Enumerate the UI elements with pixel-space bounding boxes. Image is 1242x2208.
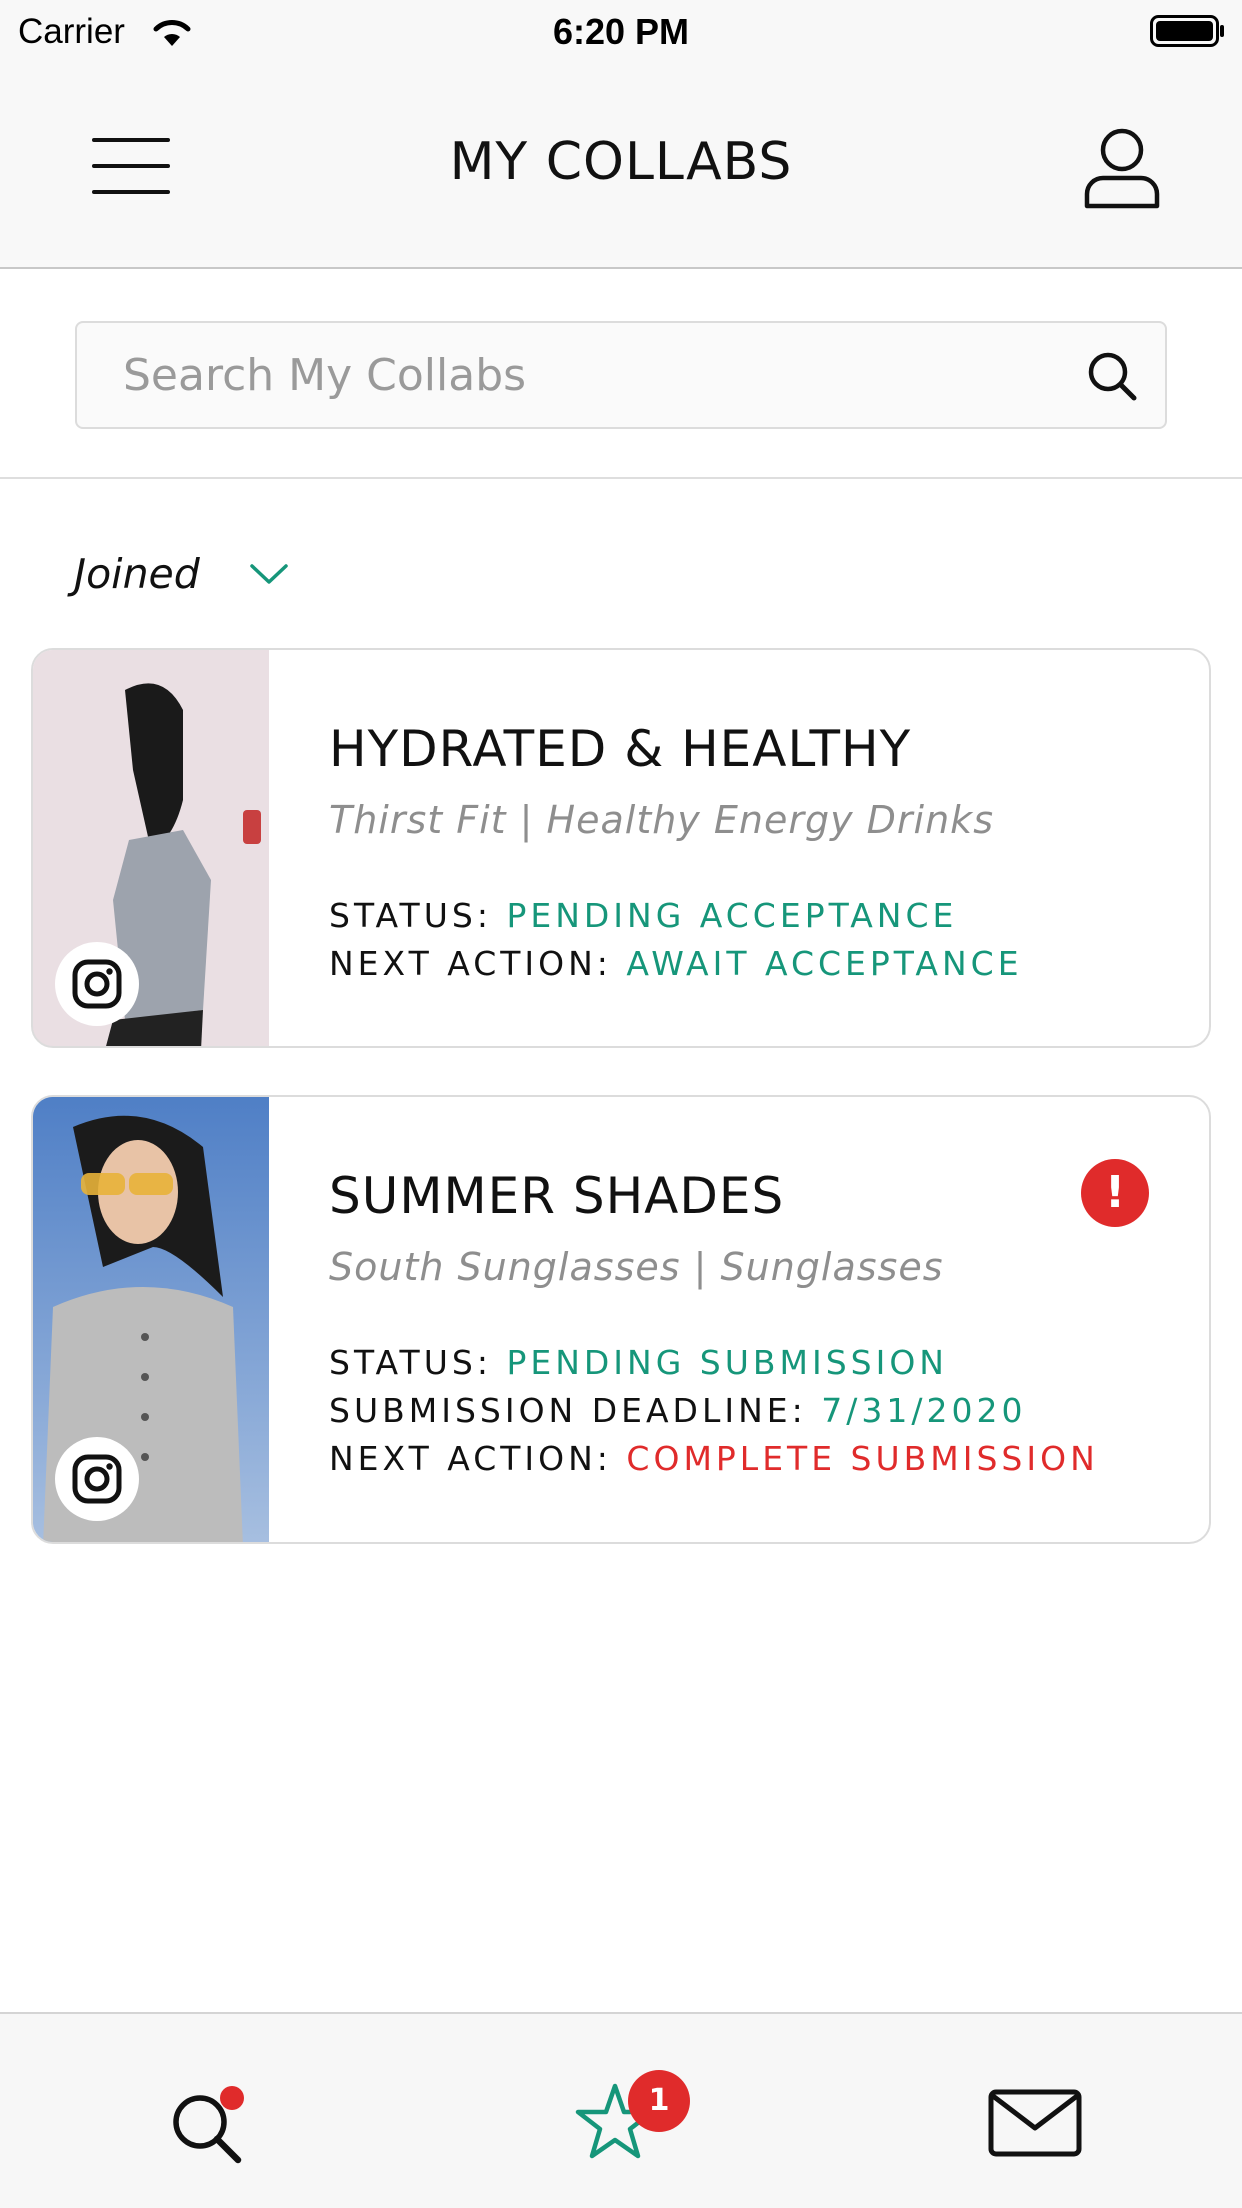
- search-section: [0, 269, 1242, 479]
- status-value: PENDING ACCEPTANCE: [506, 896, 958, 935]
- battery-icon: [1150, 15, 1224, 47]
- collab-image: [33, 1097, 269, 1542]
- page-title: MY COLLABS: [449, 132, 793, 192]
- search-icon: [173, 2095, 242, 2164]
- status-bar: Carrier 6:20 PM: [0, 0, 1242, 64]
- search-box: [75, 321, 1167, 429]
- deadline-value: 7/31/2020: [821, 1391, 1027, 1430]
- collab-title: HYDRATED & HEALTHY: [329, 720, 912, 778]
- collab-card[interactable]: HYDRATED & HEALTHY Thirst Fit | Healthy …: [31, 648, 1211, 1048]
- tab-search[interactable]: [152, 2064, 262, 2174]
- collab-title: SUMMER SHADES: [329, 1167, 785, 1225]
- next-action-value: COMPLETE SUBMISSION: [626, 1439, 1099, 1478]
- deadline-label: SUBMISSION DEADLINE:: [329, 1391, 807, 1430]
- next-action-label: NEXT ACTION:: [329, 944, 612, 983]
- user-profile-icon[interactable]: [1082, 126, 1162, 210]
- search-input[interactable]: [123, 345, 1043, 405]
- tab-my-collabs[interactable]: 1: [560, 2064, 690, 2174]
- collab-card[interactable]: SUMMER SHADES South Sunglasses | Sunglas…: [31, 1095, 1211, 1544]
- next-action-value: AWAIT ACCEPTANCE: [626, 944, 1023, 983]
- chevron-down-icon: [250, 564, 288, 584]
- instagram-icon: [55, 1437, 139, 1521]
- tab-messages[interactable]: [980, 2064, 1090, 2174]
- instagram-icon: [55, 942, 139, 1026]
- search-icon[interactable]: [1085, 349, 1139, 403]
- next-action-row: NEXT ACTION: COMPLETE SUBMISSION: [329, 1439, 1099, 1478]
- next-action-row: NEXT ACTION: AWAIT ACCEPTANCE: [329, 944, 1023, 983]
- collab-image: [33, 650, 269, 1046]
- collab-brand: South Sunglasses | Sunglasses: [329, 1245, 944, 1289]
- status-row: STATUS: PENDING ACCEPTANCE: [329, 896, 957, 935]
- filter-selected-label: Joined: [74, 550, 200, 598]
- status-label: STATUS:: [329, 1343, 492, 1382]
- deadline-row: SUBMISSION DEADLINE: 7/31/2020: [329, 1391, 1026, 1430]
- alert-icon[interactable]: !: [1081, 1159, 1149, 1227]
- status-value: PENDING SUBMISSION: [506, 1343, 948, 1382]
- status-filter-dropdown[interactable]: Joined: [74, 550, 289, 610]
- notification-dot: [220, 2086, 244, 2110]
- notification-badge: 1: [628, 2070, 690, 2132]
- status-row: STATUS: PENDING SUBMISSION: [329, 1343, 948, 1382]
- next-action-label: NEXT ACTION:: [329, 1439, 612, 1478]
- nav-header: MY COLLABS: [0, 64, 1242, 269]
- collab-brand: Thirst Fit | Healthy Energy Drinks: [329, 798, 994, 842]
- envelope-icon: [988, 2089, 1082, 2157]
- clock: 6:20 PM: [552, 11, 690, 52]
- tab-bar: 1: [0, 2012, 1242, 2208]
- status-label: STATUS:: [329, 896, 492, 935]
